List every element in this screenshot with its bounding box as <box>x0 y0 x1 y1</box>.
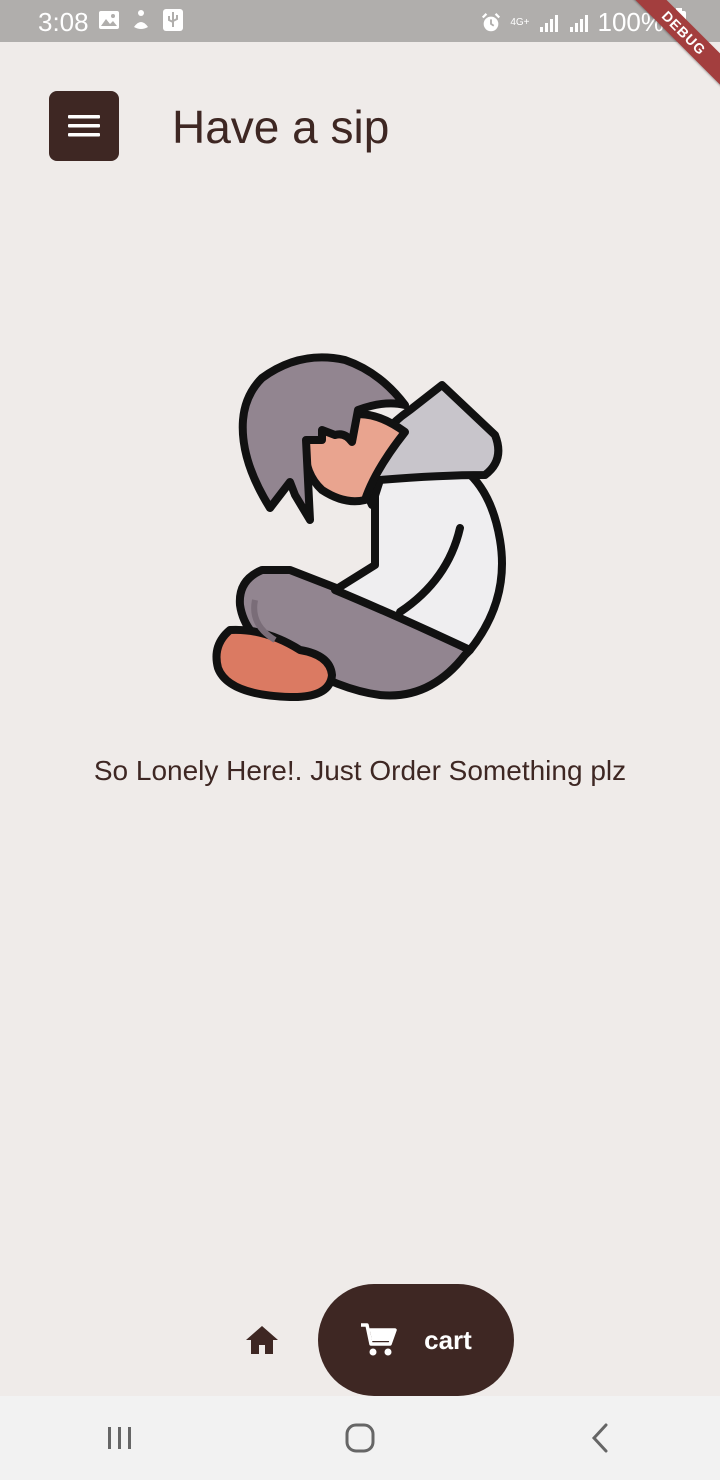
recent-apps-icon <box>108 1427 131 1449</box>
cart-nav-button[interactable]: cart <box>318 1284 514 1396</box>
signal-icon <box>538 12 560 34</box>
home-nav-button[interactable] <box>240 1318 284 1362</box>
alarm-icon <box>480 12 502 34</box>
home-icon <box>246 1326 278 1354</box>
system-home-button[interactable] <box>330 1408 390 1468</box>
status-time: 3:08 <box>38 7 89 37</box>
empty-cart-message: So Lonely Here!. Just Order Something pl… <box>93 755 627 786</box>
cart-nav-label: cart <box>424 1324 472 1355</box>
status-notification-icons <box>98 9 184 31</box>
cart-icon <box>361 1323 397 1356</box>
signal-icon <box>568 12 590 34</box>
system-navigation-bar <box>0 1396 720 1480</box>
recent-apps-button[interactable] <box>90 1408 150 1468</box>
status-bar: 3:08 4G+ 100% <box>0 0 720 42</box>
menu-button[interactable] <box>49 91 119 161</box>
menu-icon <box>68 115 100 137</box>
usb-icon <box>162 9 184 31</box>
home-circle-icon <box>345 1423 375 1453</box>
accessibility-icon <box>130 9 152 31</box>
back-icon <box>591 1423 608 1453</box>
page-title: Have a sip <box>172 101 390 153</box>
image-icon <box>98 9 120 31</box>
system-back-button[interactable] <box>570 1408 630 1468</box>
lonely-person-illustration <box>212 353 506 702</box>
network-type: 4G+ <box>510 16 530 28</box>
